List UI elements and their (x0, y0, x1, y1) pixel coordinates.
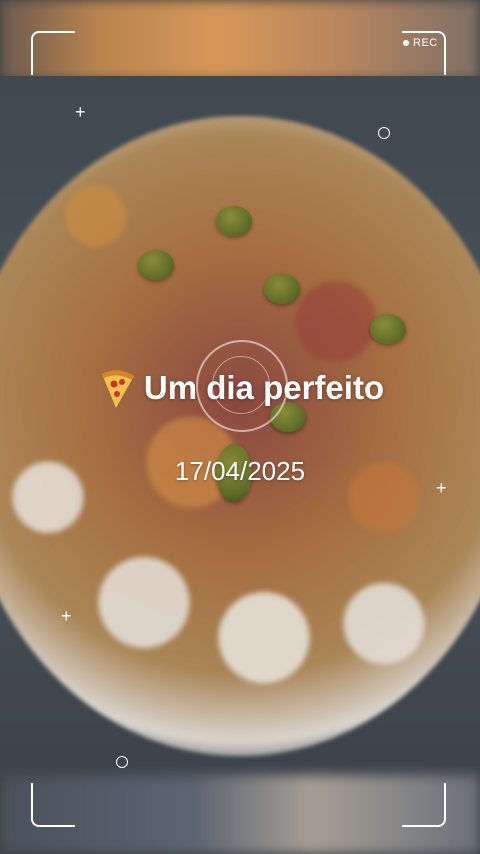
olive (264, 274, 300, 304)
plus-icon: + (75, 102, 86, 122)
overlay-date: 17/04/2025 (174, 456, 306, 486)
pizza-icon (101, 370, 134, 408)
olive (138, 250, 174, 280)
frame-corner-bottom-right (402, 783, 446, 827)
rec-label: REC (413, 37, 438, 49)
rec-indicator: REC (403, 37, 438, 49)
title-text: Um dia perfeito (143, 369, 385, 406)
frame-corner-top-left (31, 31, 75, 75)
camera-scene: REC + + + Um dia perfeito 17/04/2025 (0, 0, 480, 854)
plus-icon: + (61, 606, 72, 626)
frame-corner-bottom-left (31, 783, 75, 827)
olive (370, 314, 406, 344)
circle-icon (116, 756, 128, 768)
circle-icon (378, 127, 390, 139)
overlay-title: Um dia perfeito (0, 366, 480, 410)
olive (216, 206, 252, 236)
rec-dot-icon (403, 40, 409, 46)
